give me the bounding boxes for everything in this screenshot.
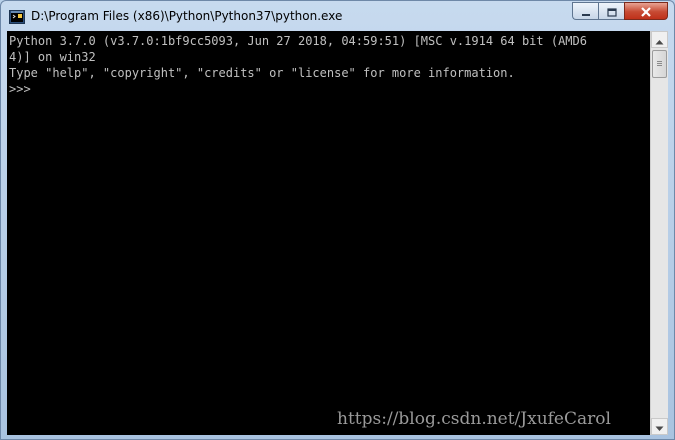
console-text: Python 3.7.0 (v3.7.0:1bf9cc5093, Jun 27 … bbox=[9, 33, 587, 97]
console-prompt[interactable]: >>> bbox=[9, 81, 587, 97]
scroll-up-arrow-icon bbox=[655, 30, 664, 49]
caption-buttons bbox=[572, 2, 668, 21]
vertical-scrollbar[interactable] bbox=[650, 31, 668, 435]
scroll-down-button[interactable] bbox=[651, 418, 668, 435]
console-line: Type "help", "copyright", "credits" or "… bbox=[9, 66, 515, 80]
minimize-icon bbox=[581, 2, 591, 21]
window-title: D:\Program Files (x86)\Python\Python37\p… bbox=[31, 9, 343, 23]
scroll-up-button[interactable] bbox=[651, 31, 668, 48]
console-output-area[interactable]: Python 3.7.0 (v3.7.0:1bf9cc5093, Jun 27 … bbox=[7, 31, 650, 435]
scroll-down-arrow-icon bbox=[655, 417, 664, 436]
title-bar[interactable]: D:\Program Files (x86)\Python\Python37\p… bbox=[1, 1, 674, 31]
minimize-button[interactable] bbox=[572, 2, 598, 20]
console-window: D:\Program Files (x86)\Python\Python37\p… bbox=[0, 0, 675, 440]
console-line: 4)] on win32 bbox=[9, 50, 96, 64]
python-console-icon[interactable] bbox=[9, 9, 25, 24]
maximize-icon bbox=[606, 2, 617, 21]
console-line: Python 3.7.0 (v3.7.0:1bf9cc5093, Jun 27 … bbox=[9, 34, 587, 48]
watermark-text: https://blog.csdn.net/JxufeCarol bbox=[337, 409, 611, 429]
maximize-button[interactable] bbox=[598, 2, 624, 20]
close-icon bbox=[640, 2, 652, 21]
scrollbar-thumb[interactable] bbox=[652, 50, 667, 78]
close-button[interactable] bbox=[624, 2, 668, 20]
